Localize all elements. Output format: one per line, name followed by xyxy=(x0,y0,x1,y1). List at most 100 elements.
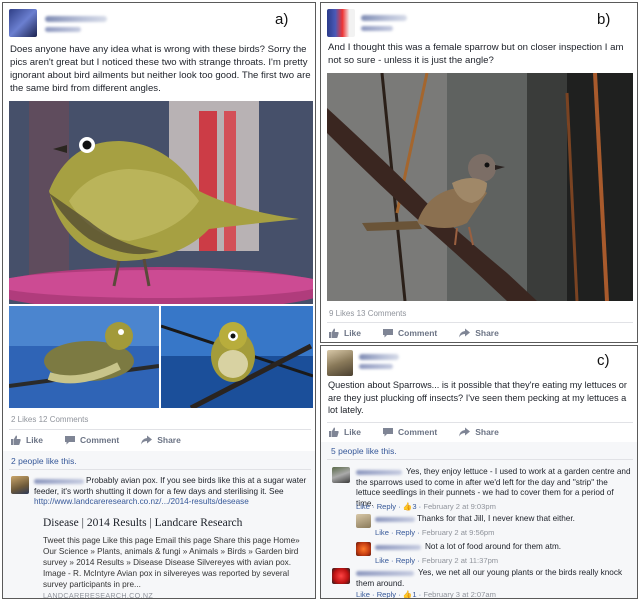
panel-label: b) xyxy=(597,11,611,28)
comment-icon xyxy=(383,329,394,338)
comment-like-link[interactable]: Like xyxy=(375,556,389,565)
post-photo-left[interactable] xyxy=(9,306,159,408)
commenter-avatar[interactable] xyxy=(356,514,371,528)
like-label: Like xyxy=(344,328,362,338)
commenter-avatar[interactable] xyxy=(356,542,371,556)
comment-label: Comment xyxy=(398,427,438,437)
commenter-avatar[interactable] xyxy=(332,467,350,483)
silvereye-bird-image xyxy=(161,306,313,408)
poster-avatar[interactable] xyxy=(327,9,355,37)
divider xyxy=(327,459,633,460)
post-photo-main[interactable] xyxy=(9,101,313,304)
post-stats[interactable]: 9 Likes 13 Comments xyxy=(329,309,406,318)
people-like-count[interactable]: 5 people like this. xyxy=(331,446,397,456)
poster-name-redacted[interactable] xyxy=(45,16,107,22)
thumbs-up-icon xyxy=(11,435,21,445)
silvereye-bird-image xyxy=(9,101,313,304)
share-label: Share xyxy=(475,427,499,437)
thumbs-up-icon xyxy=(329,427,339,437)
silvereye-bird-image xyxy=(9,306,159,408)
share-button[interactable]: Share xyxy=(459,328,499,338)
link-card-domain: LANDCARERESEARCH.CO.NZ xyxy=(43,591,154,599)
like-button[interactable]: Like xyxy=(329,328,361,338)
thumbs-up-icon: 👍 xyxy=(402,502,413,511)
like-label: Like xyxy=(26,435,44,445)
post-actions: Like Comment Share xyxy=(329,328,521,338)
comment-link[interactable]: http://www.landcareresearch.co.nz/.../20… xyxy=(34,497,249,506)
comment-timestamp[interactable]: February 2 at 9:56pm xyxy=(422,528,495,537)
post-panel-b: b) And I thought this was a female sparr… xyxy=(320,2,638,343)
comment-button[interactable]: Comment xyxy=(383,427,437,437)
people-like-link[interactable]: 5 people like this. xyxy=(331,446,397,456)
divider xyxy=(327,322,633,323)
comment-actions: Like · Reply · February 2 at 11:37pm xyxy=(375,556,499,565)
post-text: And I thought this was a female sparrow … xyxy=(328,42,624,66)
commenter-name-redacted[interactable] xyxy=(375,517,415,522)
post-photo-right[interactable] xyxy=(161,306,313,408)
post-text: Does anyone have any idea what is wrong … xyxy=(10,44,311,94)
share-label: Share xyxy=(475,328,499,338)
commenter-avatar[interactable] xyxy=(11,476,29,494)
like-button[interactable]: Like xyxy=(11,435,43,445)
comment-icon xyxy=(65,436,76,445)
post-text: Question about Sparrows... is it possibl… xyxy=(328,380,627,415)
comment-reply-link[interactable]: Reply xyxy=(377,502,396,511)
comment-like-link[interactable]: Like xyxy=(356,502,370,511)
link-card-description: Tweet this page Like this page Email thi… xyxy=(43,536,300,589)
share-icon xyxy=(459,427,471,437)
share-icon xyxy=(459,328,471,338)
comment-timestamp[interactable]: February 2 at 11:37pm xyxy=(422,556,498,565)
people-like-count[interactable]: 2 people like this. xyxy=(11,456,77,466)
comment-actions: Like · Reply · 👍1 · February 3 at 2:07am xyxy=(356,590,496,599)
comment-reply-link[interactable]: Reply xyxy=(396,528,415,537)
poster-name-redacted[interactable] xyxy=(359,354,399,360)
post-time-redacted xyxy=(359,364,393,369)
post-time-redacted xyxy=(361,26,393,31)
comment-reply-link[interactable]: Reply xyxy=(377,590,396,598)
poster-name-redacted[interactable] xyxy=(361,15,407,21)
link-card-title[interactable]: Disease | 2014 Results | Landcare Resear… xyxy=(43,517,242,529)
share-label: Share xyxy=(157,435,181,445)
thumbs-up-icon: 👍 xyxy=(402,590,413,599)
post-panel-a: a) Does anyone have any idea what is wro… xyxy=(2,2,316,599)
comment-timestamp[interactable]: February 3 at 2:07am xyxy=(423,590,496,598)
comment-text: Thanks for that Jill, I never knew that … xyxy=(417,514,575,523)
panel-label: c) xyxy=(597,352,610,369)
poster-avatar[interactable] xyxy=(9,9,37,37)
comment-actions: Like · Reply · February 2 at 9:56pm xyxy=(375,528,495,537)
post-photo[interactable] xyxy=(327,73,633,301)
share-button[interactable]: Share xyxy=(459,427,499,437)
comment-reply-link[interactable]: Reply xyxy=(396,556,415,565)
post-actions: Like Comment Share xyxy=(11,435,203,445)
comment-actions: Like · Reply · 👍3 · February 2 at 9:03pm xyxy=(356,502,496,511)
comment-like-link[interactable]: Like xyxy=(356,590,370,598)
commenter-name-redacted[interactable] xyxy=(375,545,421,550)
like-label: Like xyxy=(344,427,362,437)
like-button[interactable]: Like xyxy=(329,427,361,437)
comment-like-link[interactable]: Like xyxy=(375,528,389,537)
share-button[interactable]: Share xyxy=(141,435,181,445)
comment-button[interactable]: Comment xyxy=(383,328,437,338)
thumbs-up-icon xyxy=(329,328,339,338)
comment-button[interactable]: Comment xyxy=(65,435,119,445)
commenter-avatar[interactable] xyxy=(332,568,350,584)
comment-text: Not a lot of food around for them atm. xyxy=(425,542,562,551)
comment-text: Probably avian pox. If you see birds lik… xyxy=(34,476,312,508)
post-stats[interactable]: 2 Likes 12 Comments xyxy=(11,415,88,424)
comment-label: Comment xyxy=(398,328,438,338)
comment-label: Comment xyxy=(80,435,120,445)
comment-like-count[interactable]: 3 xyxy=(412,502,416,511)
people-like-link[interactable]: 2 people like this. xyxy=(11,456,77,466)
divider xyxy=(327,422,633,423)
poster-avatar[interactable] xyxy=(327,350,353,376)
sparrow-bird-image xyxy=(327,73,633,301)
comment-like-count[interactable]: 1 xyxy=(412,590,416,598)
panel-label: a) xyxy=(275,11,289,28)
share-icon xyxy=(141,435,153,445)
post-panel-c: c) Question about Sparrows... is it poss… xyxy=(320,345,638,599)
post-time-redacted xyxy=(45,27,81,32)
comment-timestamp[interactable]: February 2 at 9:03pm xyxy=(423,502,496,511)
comment-body: Probably avian pox. If you see birds lik… xyxy=(34,476,307,496)
comment-text: Yes, we net all our young plants or the … xyxy=(356,568,623,588)
divider xyxy=(9,429,311,430)
